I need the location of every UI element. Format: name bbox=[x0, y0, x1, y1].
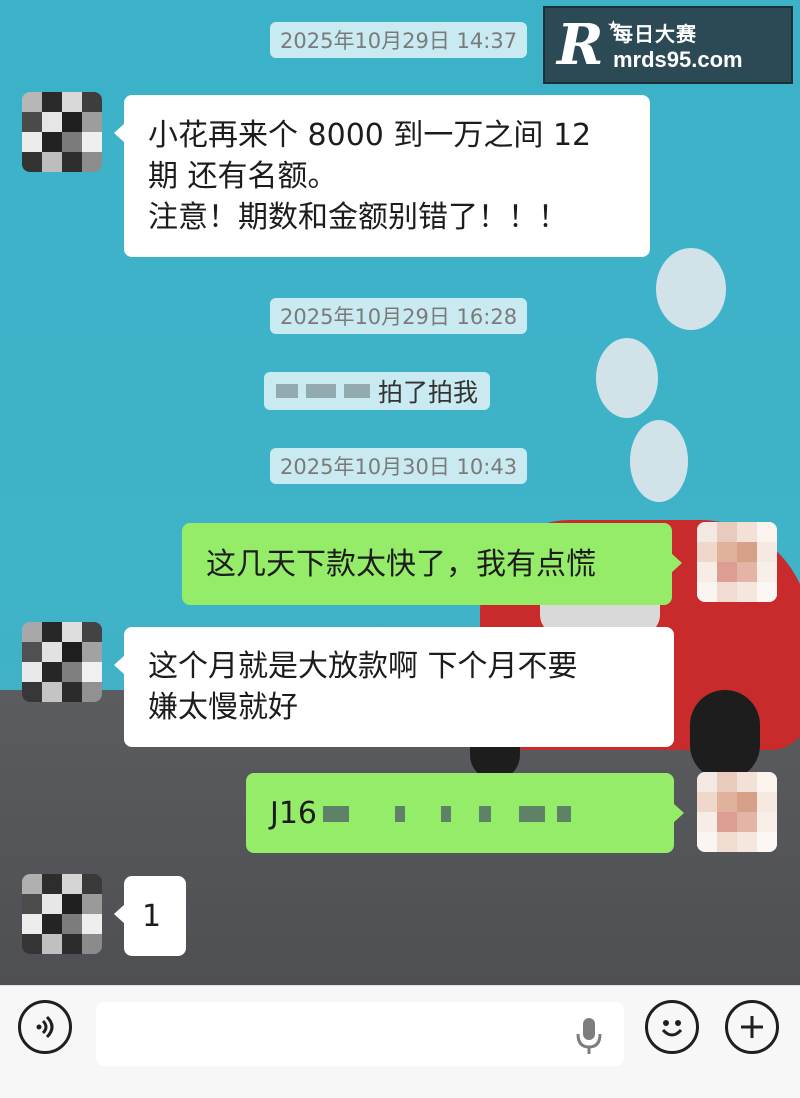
redacted-text bbox=[323, 806, 350, 822]
redacted-name bbox=[344, 384, 370, 398]
timestamp: 2025年10月30日 10:43 bbox=[270, 448, 528, 484]
timestamp: 2025年10月29日 16:28 bbox=[270, 298, 528, 334]
message-line: 嫌太慢就好 bbox=[148, 690, 298, 725]
plus-icon[interactable] bbox=[725, 1000, 779, 1054]
message-bubble-incoming[interactable]: 1 bbox=[114, 876, 186, 956]
mic-icon[interactable] bbox=[574, 1016, 604, 1056]
message-line: 期 还有名额。 bbox=[148, 158, 338, 194]
voice-icon[interactable] bbox=[18, 1000, 72, 1054]
watermark-domain: mrds95.com bbox=[613, 46, 743, 72]
pat-notification: 拍了拍我 bbox=[264, 372, 491, 410]
redacted-name bbox=[306, 384, 336, 398]
my-avatar[interactable] bbox=[697, 522, 777, 602]
watermark-brand: 每日大赛 bbox=[613, 21, 697, 46]
message-line: 小花再来个 8000 到一万之间 12 bbox=[148, 117, 592, 153]
redacted-text bbox=[557, 806, 572, 822]
wallpaper-wheel bbox=[690, 690, 760, 780]
contact-avatar[interactable] bbox=[22, 874, 102, 954]
message-line: 注意！期数和金额别错了！！！ bbox=[148, 199, 568, 235]
contact-avatar[interactable] bbox=[22, 92, 102, 172]
star-icon: ★ bbox=[607, 18, 620, 34]
contact-avatar[interactable] bbox=[22, 622, 102, 702]
message-bubble-incoming[interactable]: 这个月就是大放款啊 下个月不要 嫌太慢就好 bbox=[114, 627, 674, 747]
emoji-icon[interactable] bbox=[645, 1000, 699, 1054]
watermark: R ★ 每日大赛 mrds95.com bbox=[543, 6, 793, 84]
redacted-text bbox=[441, 806, 452, 822]
redacted-name bbox=[276, 384, 298, 398]
chat-area[interactable]: R ★ 每日大赛 mrds95.com 2025年10月29日 14:37 小花… bbox=[0, 0, 800, 985]
my-avatar[interactable] bbox=[697, 772, 777, 852]
message-line: 这几天下款太快了，我有点慌 bbox=[206, 546, 596, 582]
message-line: J16 bbox=[270, 793, 650, 834]
wallpaper-cloud bbox=[630, 420, 688, 502]
message-bubble-outgoing[interactable]: J16 bbox=[246, 773, 684, 853]
message-text: J16 bbox=[270, 795, 318, 831]
redacted-text bbox=[519, 806, 546, 822]
watermark-logo: R bbox=[557, 12, 604, 78]
redacted-text bbox=[479, 806, 492, 822]
redacted-text bbox=[395, 806, 406, 822]
message-input[interactable] bbox=[96, 1002, 624, 1066]
message-line: 这个月就是大放款啊 下个月不要 bbox=[148, 649, 578, 684]
timestamp: 2025年10月29日 14:37 bbox=[270, 22, 528, 58]
message-bubble-outgoing[interactable]: 这几天下款太快了，我有点慌 bbox=[182, 523, 682, 605]
wallpaper-cloud bbox=[596, 338, 658, 418]
message-bubble-incoming[interactable]: 小花再来个 8000 到一万之间 12 期 还有名额。 注意！期数和金额别错了！… bbox=[114, 95, 650, 257]
input-bar bbox=[0, 985, 800, 1098]
wallpaper-cloud bbox=[656, 248, 726, 330]
pat-text: 拍了拍我 bbox=[378, 378, 479, 407]
message-line: 1 bbox=[142, 898, 162, 934]
